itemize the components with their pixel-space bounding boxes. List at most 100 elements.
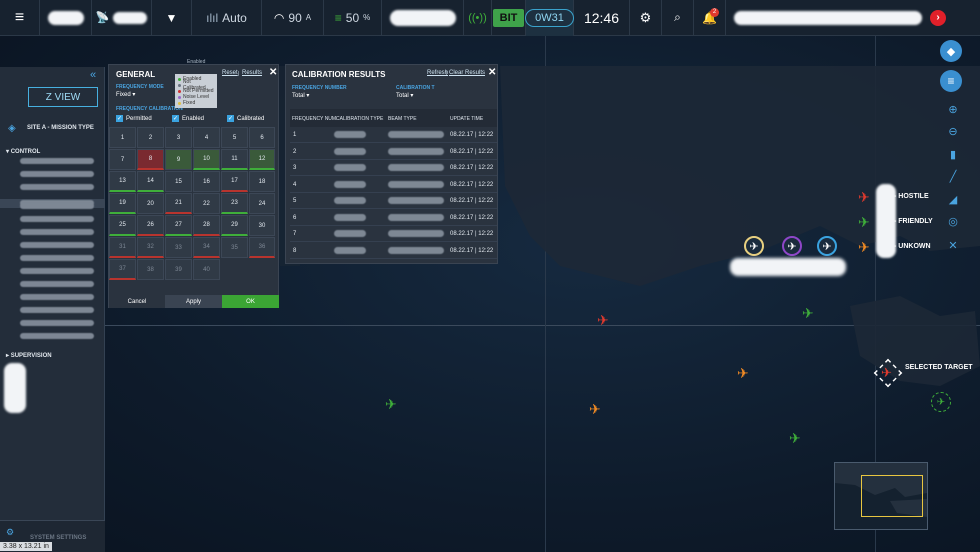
minimap-viewport[interactable] <box>861 475 923 517</box>
frequency-cell[interactable]: 8 <box>137 149 164 170</box>
frequency-cell[interactable]: 12 <box>249 149 275 170</box>
target-tool-button[interactable]: ◎ <box>944 212 962 230</box>
frequency-cell[interactable]: 20 <box>137 193 164 214</box>
frequency-cell[interactable]: 24 <box>249 193 275 214</box>
sidebar-item[interactable] <box>20 242 94 248</box>
collapse-map-button[interactable]: ✕ <box>944 236 962 254</box>
table-row[interactable]: 2 08.22.17 | 12:22 <box>290 144 497 160</box>
frequency-cell[interactable]: 34 <box>193 237 220 258</box>
frequency-cell[interactable]: 37 <box>109 259 136 280</box>
sidebar-item[interactable] <box>20 203 94 209</box>
ow-badge[interactable]: 0W31 <box>525 0 574 36</box>
collapse-topbar-button[interactable]: › <box>926 0 950 36</box>
wifi-status[interactable]: ▼ <box>152 0 192 36</box>
hostile-aircraft[interactable]: ✈ <box>597 313 609 327</box>
frequency-cell[interactable]: 26 <box>137 215 164 236</box>
sidebar-item[interactable] <box>20 281 94 287</box>
control-section-toggle[interactable]: ▾ CONTROL <box>6 148 40 155</box>
frequency-cell[interactable]: 31 <box>109 237 136 258</box>
reset-link[interactable]: Reset <box>222 70 238 76</box>
frequency-cell[interactable]: 28 <box>193 215 220 236</box>
cancel-button[interactable]: Cancel <box>109 295 165 308</box>
frequency-cell[interactable]: 36 <box>249 237 275 258</box>
frequency-cell[interactable]: 18 <box>249 171 275 192</box>
list-button[interactable]: ≡ <box>940 70 966 98</box>
target-marker[interactable]: ✈ <box>744 236 764 256</box>
zoom-in-button[interactable]: ⊕ <box>944 100 962 118</box>
sidebar-item[interactable] <box>20 320 94 326</box>
z-view-button[interactable]: Z VIEW <box>28 87 98 107</box>
friendly-aircraft[interactable]: ✈ <box>802 306 814 320</box>
selected-target-marker[interactable]: ✈ <box>873 358 903 388</box>
sidebar-item[interactable] <box>20 307 94 313</box>
table-row[interactable]: 4 08.22.17 | 12:22 <box>290 177 497 193</box>
frequency-cell[interactable]: 25 <box>109 215 136 236</box>
frequency-cell[interactable]: 38 <box>137 259 164 280</box>
eraser-button[interactable]: ◢ <box>944 190 962 208</box>
frequency-cell[interactable]: 10 <box>193 149 220 170</box>
friendly-aircraft-circled[interactable]: ✈ <box>931 392 951 412</box>
collapse-sidebar-button[interactable]: « <box>90 69 96 81</box>
frequency-cell[interactable]: 30 <box>249 215 275 236</box>
battery-status[interactable]: ≡ 50% <box>324 0 382 36</box>
freq-mode-select[interactable]: Fixed ▾ <box>116 91 135 98</box>
sidebar-item[interactable] <box>20 294 94 300</box>
gauge-status[interactable]: ◠ 90 A <box>262 0 324 36</box>
satellite-status[interactable]: 📡 <box>92 0 152 36</box>
unknown-aircraft[interactable]: ✈ <box>589 402 601 416</box>
friendly-aircraft[interactable]: ✈ <box>789 431 801 445</box>
sidebar-item[interactable] <box>20 268 94 274</box>
table-row[interactable]: 3 08.22.17 | 12:22 <box>290 160 497 176</box>
frequency-cell[interactable]: 13 <box>109 171 136 192</box>
bookmark-button[interactable]: ▮ <box>944 145 962 163</box>
frequency-cell[interactable]: 33 <box>165 237 192 258</box>
frequency-cell[interactable]: 23 <box>221 193 248 214</box>
notifications-button[interactable]: 🔔 2 <box>694 0 726 36</box>
frequency-cell[interactable]: 5 <box>221 127 248 148</box>
frequency-cell[interactable]: 11 <box>221 149 248 170</box>
unknown-aircraft[interactable]: ✈ <box>737 366 749 380</box>
freq-number-select[interactable]: Total ▾ <box>292 92 309 99</box>
frequency-cell[interactable]: 16 <box>193 171 220 192</box>
frequency-cell[interactable]: 6 <box>249 127 275 148</box>
bit-badge[interactable]: BIT <box>492 0 526 36</box>
clear-results-link[interactable]: Clear Results <box>449 70 485 76</box>
close-calibration-button[interactable]: ✕ <box>488 67 496 78</box>
ruler-button[interactable]: ╱ <box>944 167 962 185</box>
apply-button[interactable]: Apply <box>165 295 222 308</box>
layers-button[interactable]: ◆ <box>940 40 966 68</box>
sidebar-item[interactable] <box>20 229 94 235</box>
frequency-cell[interactable]: 3 <box>165 127 192 148</box>
frequency-cell[interactable]: 39 <box>165 259 192 280</box>
frequency-cell[interactable]: 22 <box>193 193 220 214</box>
frequency-cell[interactable]: 14 <box>137 171 164 192</box>
checkbox-1[interactable]: ✓ Enabled <box>172 115 204 122</box>
frequency-cell[interactable]: 7 <box>109 149 136 170</box>
zoom-out-button[interactable]: ⊖ <box>944 122 962 140</box>
target-marker[interactable]: ✈ <box>782 236 802 256</box>
frequency-cell[interactable]: 4 <box>193 127 220 148</box>
close-general-button[interactable]: ✕ <box>269 67 277 78</box>
frequency-cell[interactable]: 21 <box>165 193 192 214</box>
refresh-link[interactable]: Refresh <box>427 70 448 76</box>
target-marker[interactable]: ✈ <box>817 236 837 256</box>
sidebar-item[interactable] <box>20 158 94 164</box>
sidebar-item[interactable] <box>20 216 94 222</box>
frequency-cell[interactable]: 27 <box>165 215 192 236</box>
audio-mode[interactable]: ılıl Auto <box>192 0 262 36</box>
frequency-cell[interactable]: 19 <box>109 193 136 214</box>
frequency-cell[interactable]: 15 <box>165 171 192 192</box>
supervision-section-toggle[interactable]: ▸ SUPERVISION <box>6 352 52 359</box>
frequency-cell[interactable]: 2 <box>137 127 164 148</box>
frequency-cell[interactable]: 17 <box>221 171 248 192</box>
sidebar-item[interactable] <box>20 184 94 190</box>
frequency-cell[interactable]: 35 <box>221 237 248 258</box>
checkbox-2[interactable]: ✓ Calibrated <box>227 115 264 122</box>
settings-button[interactable]: ⚙ <box>630 0 662 36</box>
search-button[interactable]: ⌕ <box>662 0 694 36</box>
sidebar-item[interactable] <box>20 171 94 177</box>
ok-button[interactable]: OK <box>222 295 279 308</box>
minimap[interactable] <box>834 462 928 530</box>
table-row[interactable]: 6 08.22.17 | 12:22 <box>290 210 497 226</box>
frequency-cell[interactable]: 9 <box>165 149 192 170</box>
